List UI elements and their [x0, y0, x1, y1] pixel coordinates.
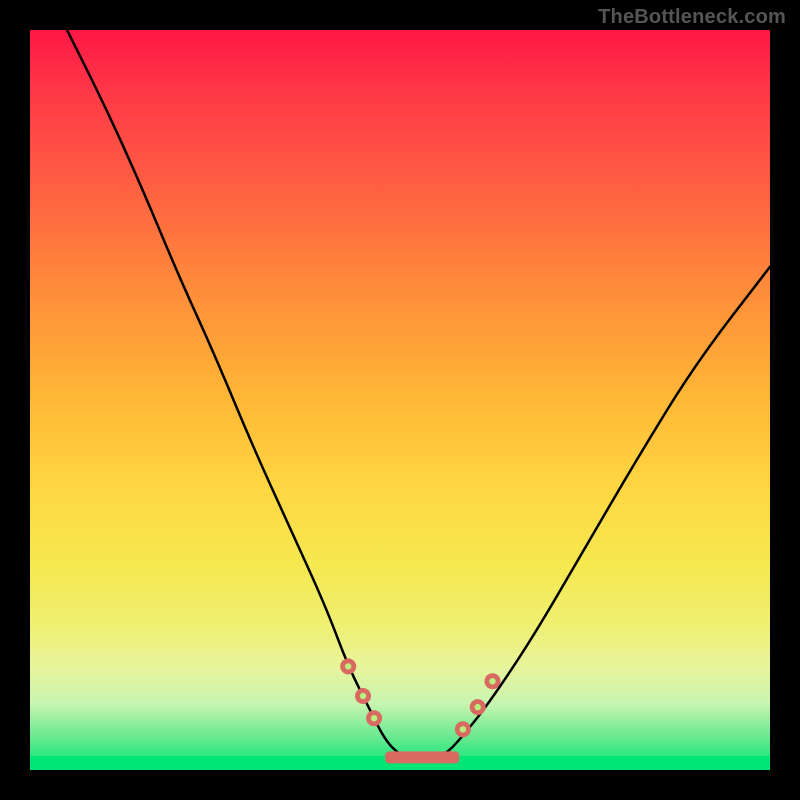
curve-marker-hole	[460, 726, 466, 732]
curve-marker-hole	[345, 663, 351, 669]
bottleneck-curve	[67, 30, 770, 759]
curve-marker-hole	[360, 693, 366, 699]
plot-area	[30, 30, 770, 770]
curve-markers	[340, 658, 500, 737]
watermark-text: TheBottleneck.com	[598, 6, 786, 29]
chart-frame: TheBottleneck.com	[0, 0, 800, 800]
curve-marker-hole	[489, 678, 495, 684]
chart-svg	[30, 30, 770, 770]
curve-marker-hole	[371, 715, 377, 721]
curve-marker-hole	[475, 704, 481, 710]
optimal-range-bar	[385, 751, 459, 763]
